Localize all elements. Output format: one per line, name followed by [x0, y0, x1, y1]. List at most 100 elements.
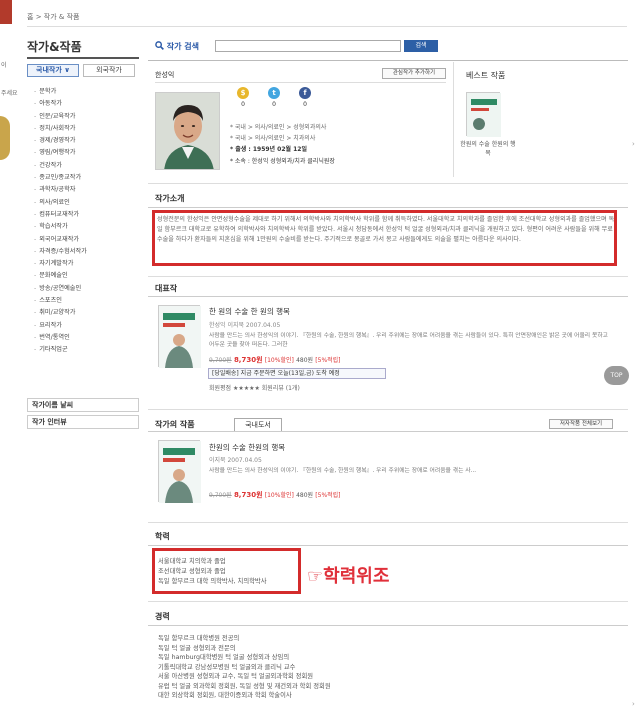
author-affiliation: * 소속 : 한성익 성형외과/치과 클리닉원장	[230, 158, 335, 165]
divider	[148, 522, 628, 523]
add-favorite-author-button[interactable]: 관심작가 추가하기	[382, 68, 446, 79]
tab-domestic-books[interactable]: 국내도서	[234, 418, 282, 431]
breadcrumb-home[interactable]: 홈	[27, 13, 33, 21]
facebook-count: 0	[303, 101, 307, 108]
best-works-title: 베스트 작품	[466, 71, 506, 80]
rep-book-meta: 한성익 이지북 2007.04.05	[209, 322, 281, 329]
search-icon	[155, 41, 164, 50]
career-item: 독일 hamburg대학병원 턱 얼굴 성형외과 상임의	[158, 654, 290, 661]
education-item: 독일 함부르크 대학 의학박사, 치의학박사	[158, 578, 267, 585]
kakao-count: 0	[241, 101, 245, 108]
career-item: 독일 턱 얼굴 성형외과 전문의	[158, 644, 236, 652]
author-category-2[interactable]: * 국내 > 의사/의료인 > 치과의사	[230, 133, 315, 142]
author-category-1[interactable]: * 국내 > 의사/의료인 > 성형외과의사	[230, 122, 326, 131]
sidebar-category-item[interactable]: 방송/공연예술인	[34, 283, 87, 295]
divider	[27, 26, 627, 27]
author-interview-link[interactable]: 작가 인터뷰	[27, 415, 139, 429]
rep-work-title: 대표작	[155, 284, 178, 293]
career-item: 대한 외상학회 정회원, 대한이증외과 학회 학술이사	[158, 692, 292, 699]
chevron-right-icon[interactable]: ›	[632, 140, 640, 154]
sidebar-category-item[interactable]: 스포츠인	[34, 295, 87, 307]
scroll-top-button[interactable]: TOP	[604, 366, 629, 385]
career-item: 기톨릭대학교 강남성모병원 턱 얼굴외과 클리닉 교수	[158, 663, 296, 671]
tab-domestic-authors[interactable]: 국내작가 ∨	[27, 64, 79, 77]
rep-book-cover[interactable]	[158, 305, 201, 368]
intro-text: 성형전문의 한성익은 안면성형수술을 제대로 하기 위해서 의학박사와 치의학박…	[157, 216, 615, 243]
twitter-count: 0	[272, 101, 276, 108]
author-birth: * 출생 : 1959년 02월 12일	[230, 146, 307, 153]
work-book-cover[interactable]	[158, 440, 201, 503]
education-list: 서울대학교 치의학과 졸업 조선대학교 성형외과 졸업 독일 함부르크 대학 의…	[158, 557, 267, 587]
sale-price: 8,730원	[233, 491, 263, 499]
all-works-button[interactable]: 저자작품 전체보기	[549, 419, 613, 429]
rep-book-title[interactable]: 한 원의 수술 한 원의 행복	[209, 306, 290, 317]
kakao-icon[interactable]: $	[237, 87, 249, 99]
original-price: 9,700원	[209, 357, 232, 364]
category-list: 문학가아동작가인문/교육작가정치/사회작가경제/경영작가영림/여행작가건강작가종…	[34, 86, 87, 357]
sidebar-category-item[interactable]: 건강작가	[34, 160, 87, 172]
work-book-desc: 사람을 만드는 의사 한성익의 이야기. 『한원의 수술, 한원의 행복』. 우…	[209, 468, 477, 474]
sidebar-title: 작가&작품	[27, 40, 82, 54]
tab-foreign-authors[interactable]: 외국작가	[83, 64, 135, 77]
edge-text: 주세요	[1, 90, 18, 97]
career-title: 경력	[155, 612, 170, 621]
career-item: 유럽 턱 얼굴 외과학회 정회원, 독일 성형 및 재건외과 학회 정회원	[158, 682, 331, 690]
sidebar-category-item[interactable]: 번역/통역인	[34, 332, 87, 344]
author-photo	[155, 92, 220, 170]
sidebar-category-item[interactable]: 과학자/공학자	[34, 184, 87, 196]
career-item: 서울 아산병원 성형외과 교수, 독일 턱 얼굴외과학회 정회원	[158, 673, 314, 680]
sidebar-category-item[interactable]: 아동작가	[34, 98, 87, 110]
work-book-meta: 이지북 2007.04.05	[209, 457, 262, 464]
work-price-row: 9,700원 8,730원 [10%할인] 480원 [5%적립]	[209, 490, 341, 500]
sidebar-category-item[interactable]: 기타직업군	[34, 344, 87, 356]
sidebar-category-item[interactable]: 경제/경영작가	[34, 135, 87, 147]
points: 480원	[296, 357, 314, 364]
sidebar-category-item[interactable]: 인문/교육작가	[34, 111, 87, 123]
sidebar-category-item[interactable]: 영림/여행작가	[34, 147, 87, 159]
divider	[148, 625, 628, 626]
divider	[148, 276, 628, 277]
sidebar-category-item[interactable]: 문학가	[34, 86, 87, 98]
author-search-input[interactable]	[215, 40, 401, 52]
sidebar-category-item[interactable]: 컴퓨터교재작가	[34, 209, 87, 221]
breadcrumb-current[interactable]: 작가 & 작품	[44, 13, 80, 21]
breadcrumb-sep: >	[35, 13, 42, 21]
sidebar-category-item[interactable]: 자격증/수험서작가	[34, 246, 87, 258]
author-name: 한성익	[155, 71, 175, 79]
work-book-title[interactable]: 한원의 수술 한원의 행복	[209, 442, 285, 453]
sidebar-category-item[interactable]: 정치/사회작가	[34, 123, 87, 135]
sidebar-category-item[interactable]: 학습서작가	[34, 221, 87, 233]
sidebar-category-item[interactable]: 자기계발작가	[34, 258, 87, 270]
divider	[155, 82, 446, 83]
career-list: 독일 함부르크 대학병원 전공의 독일 턱 얼굴 성형외과 전문의 독일 ham…	[158, 634, 331, 701]
delivery-info: [당일배송] 지금 주문하면 오늘(13일,금) 도착 예정	[208, 368, 386, 379]
divider	[148, 296, 628, 297]
divider	[27, 57, 139, 59]
point-rate: [5%적립]	[315, 357, 341, 364]
points: 480원	[296, 492, 314, 499]
education-title: 학력	[155, 532, 170, 541]
sidebar-category-item[interactable]: 의사/의료인	[34, 197, 87, 209]
sidebar-category-item[interactable]: 종교인/종교작가	[34, 172, 87, 184]
facebook-icon[interactable]: f	[299, 87, 311, 99]
twitter-icon[interactable]: t	[268, 87, 280, 99]
sidebar-category-item[interactable]: 취미/교양작가	[34, 307, 87, 319]
divider	[148, 409, 628, 410]
rep-price-row: 9,700원 8,730원 [10%할인] 480원 [5%적립]	[209, 355, 341, 365]
divider	[148, 60, 628, 61]
edge-banner	[0, 0, 12, 24]
rating-row[interactable]: 회원평점 ★★★★★ 회원리뷰 (1개)	[209, 383, 300, 392]
author-name-index-link[interactable]: 작가이름 낱씨	[27, 398, 139, 412]
sale-price: 8,730원	[233, 356, 263, 364]
sidebar-category-item[interactable]: 요리작가	[34, 320, 87, 332]
best-book-cover[interactable]	[466, 92, 501, 137]
sidebar-category-item[interactable]: 문화예술인	[34, 270, 87, 282]
discount-rate: [10%할인]	[264, 492, 294, 499]
sidebar-category-item[interactable]: 외국어교재작가	[34, 234, 87, 246]
search-button[interactable]: 검색	[404, 40, 438, 52]
chevron-right-icon[interactable]: ›	[632, 700, 640, 710]
edge-text: 이	[1, 62, 7, 69]
works-title: 작가의 작품	[155, 420, 195, 429]
best-book-caption[interactable]: 한원의 수술 한원의 행복	[458, 140, 518, 158]
divider	[148, 207, 628, 208]
